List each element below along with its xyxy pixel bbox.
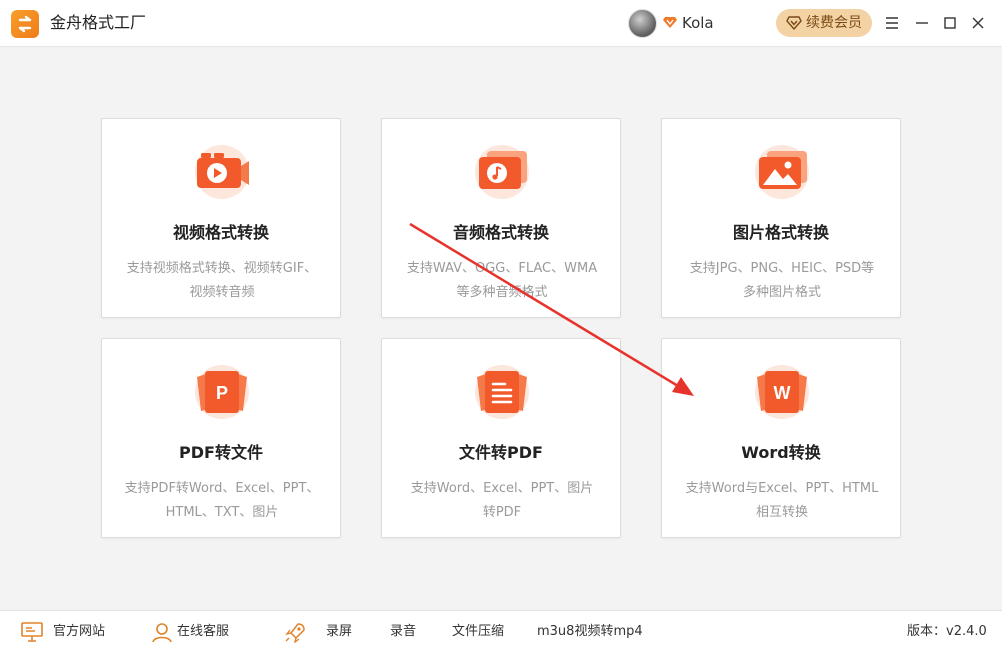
- image-convert-card[interactable]: 图片格式转换 支持JPG、PNG、HEIC、PSD等 多种图片格式: [661, 118, 901, 318]
- card-title: 视频格式转换: [172, 223, 269, 242]
- close-icon[interactable]: [966, 11, 990, 35]
- official-site-link[interactable]: 官方网站: [20, 611, 105, 652]
- card-title: 音频格式转换: [452, 223, 549, 242]
- main-panel: 视频格式转换 支持视频格式转换、视频转GIF、 视频转音频 音频格式转换 支持W…: [0, 47, 1002, 610]
- word-convert-card[interactable]: W Word转换 支持Word与Excel、PPT、HTML 相互转换: [661, 338, 901, 538]
- document-icon: [475, 365, 529, 419]
- video-play-icon: [195, 145, 249, 199]
- version-label: 版本：v2.4.0: [907, 624, 987, 639]
- renew-membership-button[interactable]: 续费会员: [776, 9, 872, 37]
- card-title: PDF转文件: [179, 443, 263, 462]
- pdf-icon: P: [195, 365, 249, 419]
- username[interactable]: Kola: [682, 14, 714, 32]
- avatar[interactable]: [628, 9, 657, 38]
- app-title: 金舟格式工厂: [50, 13, 147, 32]
- card-title: Word转换: [741, 443, 821, 462]
- m3u8-convert-link[interactable]: m3u8视频转mp4: [537, 611, 643, 652]
- card-description: 支持PDF转Word、Excel、PPT、 HTML、TXT、图片: [124, 481, 320, 520]
- audio-record-link[interactable]: 录音: [390, 611, 416, 652]
- card-description: 支持Word与Excel、PPT、HTML 相互转换: [685, 481, 879, 520]
- file-to-pdf-card[interactable]: 文件转PDF 支持Word、Excel、PPT、图片 转PDF: [381, 338, 621, 538]
- file-compress-link[interactable]: 文件压缩: [452, 611, 504, 652]
- monitor-icon: [21, 622, 43, 642]
- online-service-link[interactable]: 在线客服: [151, 611, 229, 652]
- svg-text:P: P: [216, 383, 228, 403]
- card-title: 图片格式转换: [732, 223, 829, 242]
- card-description: 支持WAV、OGG、FLAC、WMA 等多种音频格式: [406, 261, 598, 300]
- vip-diamond-icon: [663, 17, 677, 28]
- app-logo-icon: [11, 10, 39, 38]
- word-icon: W: [755, 365, 809, 419]
- maximize-icon[interactable]: [938, 11, 962, 35]
- card-description: 支持视频格式转换、视频转GIF、 视频转音频: [126, 261, 318, 300]
- pdf-convert-card[interactable]: P PDF转文件 支持PDF转Word、Excel、PPT、 HTML、TXT、…: [101, 338, 341, 538]
- menu-icon[interactable]: [880, 11, 904, 35]
- svg-text:W: W: [774, 383, 791, 403]
- minimize-icon[interactable]: [910, 11, 934, 35]
- diamond-icon: [786, 16, 802, 30]
- rocket-icon: [285, 623, 305, 643]
- title-bar: 金舟格式工厂 Kola 续费会员: [0, 0, 1002, 47]
- card-title: 文件转PDF: [459, 443, 543, 462]
- renew-label: 续费会员: [806, 15, 862, 31]
- audio-convert-card[interactable]: 音频格式转换 支持WAV、OGG、FLAC、WMA 等多种音频格式: [381, 118, 621, 318]
- screen-record-link[interactable]: 录屏: [284, 611, 352, 652]
- card-description: 支持Word、Excel、PPT、图片 转PDF: [410, 481, 594, 520]
- user-service-icon: [152, 623, 172, 643]
- footer-bar: 官方网站 在线客服 录屏 录音 文件压缩 m3u8视频转mp4 版本：v2.4.…: [0, 610, 1002, 652]
- card-description: 支持JPG、PNG、HEIC、PSD等 多种图片格式: [689, 261, 875, 300]
- music-note-icon: [475, 145, 529, 199]
- video-convert-card[interactable]: 视频格式转换 支持视频格式转换、视频转GIF、 视频转音频: [101, 118, 341, 318]
- image-icon: [755, 145, 809, 199]
